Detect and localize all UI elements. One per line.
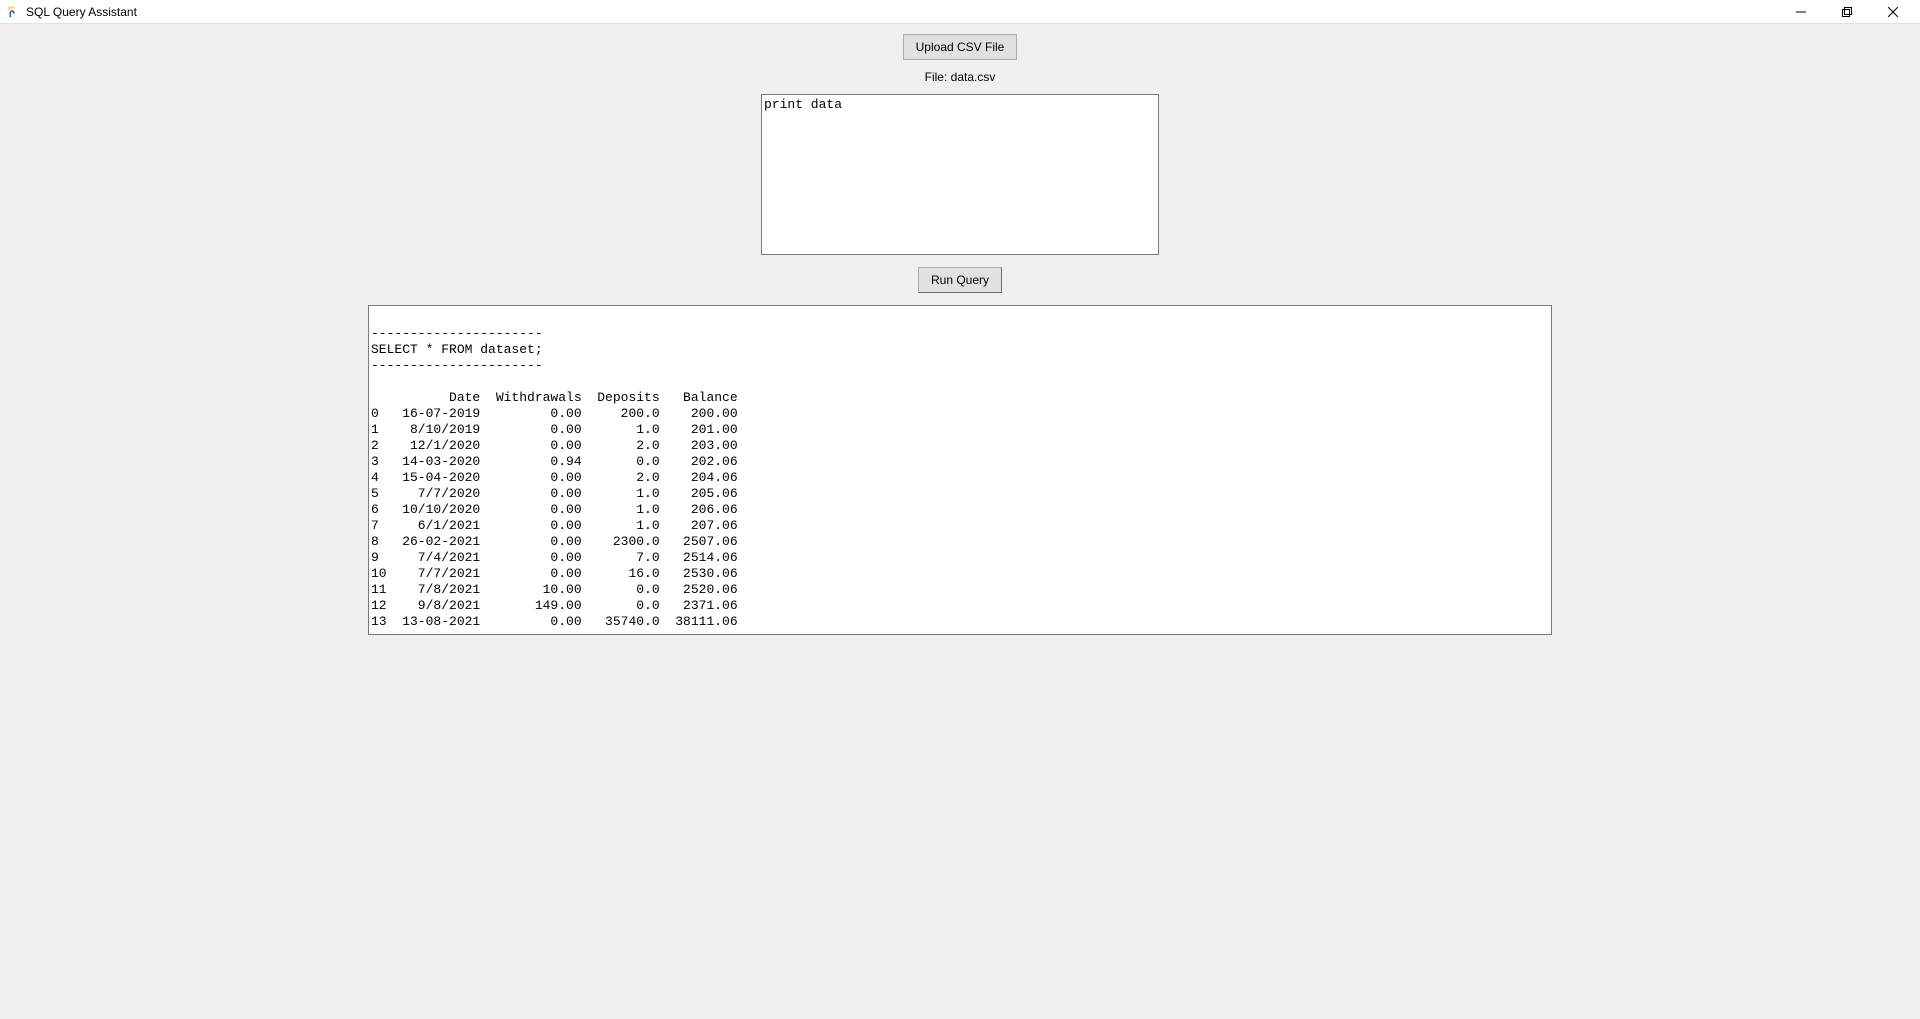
query-input[interactable]: [761, 94, 1159, 255]
minimize-button[interactable]: [1778, 0, 1824, 24]
upload-csv-button[interactable]: Upload CSV File: [903, 34, 1018, 60]
output-area[interactable]: ---------------------- SELECT * FROM dat…: [368, 305, 1552, 635]
titlebar: SQL Query Assistant: [0, 0, 1920, 24]
close-button[interactable]: [1870, 0, 1916, 24]
file-label: File: data.csv: [925, 70, 996, 84]
window-controls: [1778, 0, 1916, 24]
window-title: SQL Query Assistant: [26, 5, 1778, 19]
app-icon: [4, 4, 20, 20]
main-content: Upload CSV File File: data.csv Run Query…: [0, 24, 1920, 635]
run-query-button[interactable]: Run Query: [918, 267, 1002, 293]
maximize-button[interactable]: [1824, 0, 1870, 24]
